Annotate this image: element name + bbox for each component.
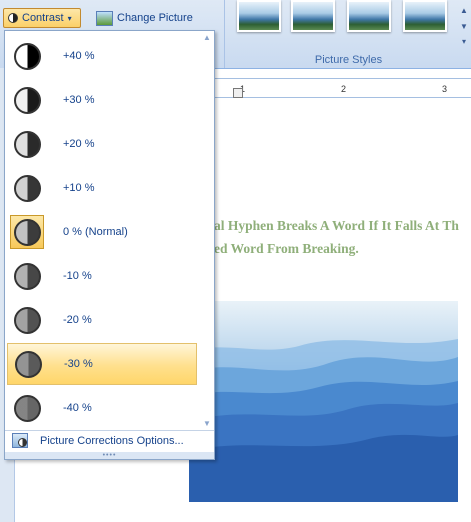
contrast-preview-icon	[10, 215, 44, 249]
resize-grip[interactable]: ••••	[5, 452, 214, 459]
contrast-circle-icon	[13, 394, 41, 422]
contrast-option-label: +20 %	[63, 138, 95, 150]
ruler-tick: 3	[442, 84, 448, 94]
chevron-down-icon: ▾	[67, 13, 72, 23]
contrast-option[interactable]: -30 %	[7, 343, 197, 385]
contrast-circle-icon	[14, 350, 42, 378]
contrast-option[interactable]: -40 %	[7, 387, 197, 429]
contrast-circle-icon	[13, 306, 41, 334]
horizontal-ruler: 1 2 3	[214, 78, 471, 98]
document-text: al Hyphen Breaks A Word If It Falls At T…	[214, 214, 459, 260]
picture-style-thumb-2[interactable]	[291, 0, 335, 32]
contrast-button[interactable]: Contrast ▾	[3, 8, 81, 28]
contrast-circle-icon	[13, 130, 41, 158]
contrast-dropdown: +40 % +30 % +20 % +10 % 0 % (Normal) -10 % -20…	[4, 30, 215, 460]
document-line-1: al Hyphen Breaks A Word If It Falls At T…	[214, 218, 459, 233]
contrast-preview-icon	[11, 347, 45, 381]
contrast-option-label: +30 %	[63, 94, 95, 106]
contrast-option-label: -40 %	[63, 402, 92, 414]
contrast-preview-icon	[10, 391, 44, 425]
change-picture-icon	[96, 10, 113, 26]
change-picture-button[interactable]: Change Picture	[96, 8, 193, 28]
contrast-option-label: +10 %	[63, 182, 95, 194]
contrast-circle-icon	[13, 42, 41, 70]
contrast-preview-icon	[10, 127, 44, 161]
picture-styles-label: Picture Styles	[314, 54, 383, 66]
contrast-option[interactable]: +10 %	[7, 167, 197, 209]
document-line-2: ed Word From Breaking.	[214, 241, 359, 256]
contrast-option[interactable]: +30 %	[7, 79, 197, 121]
contrast-option[interactable]: -10 %	[7, 255, 197, 297]
contrast-option[interactable]: -20 %	[7, 299, 197, 341]
contrast-preview-icon	[10, 83, 44, 117]
mountain-image	[189, 339, 458, 502]
contrast-preview-icon	[10, 171, 44, 205]
styles-gallery-scroll[interactable]: ▲ ▼ ▾	[458, 6, 470, 46]
more-icon[interactable]: ▾	[462, 37, 466, 46]
contrast-circle-icon	[13, 262, 41, 290]
contrast-preview-icon	[10, 303, 44, 337]
contrast-option-label: -20 %	[63, 314, 92, 326]
chevron-up-icon[interactable]: ▲	[460, 6, 468, 15]
contrast-option[interactable]: 0 % (Normal)	[7, 211, 197, 253]
contrast-preview-icon	[10, 259, 44, 293]
contrast-circle-icon	[13, 174, 41, 202]
picture-corrections-icon	[12, 433, 28, 448]
contrast-circle-icon	[13, 218, 41, 246]
picture-style-thumb-3[interactable]	[347, 0, 391, 32]
picture-corrections-options-item[interactable]: Picture Corrections Options...	[5, 431, 214, 450]
contrast-option[interactable]: +40 %	[7, 35, 197, 77]
picture-style-thumb-4[interactable]	[403, 0, 447, 32]
picture-style-thumb-1[interactable]	[237, 0, 281, 32]
contrast-option-label: -30 %	[64, 358, 93, 370]
picture-corrections-label: Picture Corrections Options...	[40, 434, 184, 447]
chevron-up-icon[interactable]: ▲	[202, 33, 212, 43]
menu-scrollbar[interactable]: ▲ ▼	[201, 31, 213, 431]
contrast-preview-icon	[10, 39, 44, 73]
picture-styles-group: ▲ ▼ ▾ Picture Styles	[224, 0, 471, 68]
contrast-button-label: Contrast	[22, 12, 64, 24]
contrast-option[interactable]: +20 %	[7, 123, 197, 165]
document-picture[interactable]	[189, 301, 458, 502]
indent-marker[interactable]	[233, 88, 243, 98]
contrast-circle-icon	[13, 86, 41, 114]
contrast-options-list: +40 % +30 % +20 % +10 % 0 % (Normal) -10 % -20…	[5, 31, 200, 431]
contrast-option-label: -10 %	[63, 270, 92, 282]
chevron-down-icon[interactable]: ▼	[202, 419, 212, 429]
contrast-option-label: 0 % (Normal)	[63, 226, 128, 238]
ruler-tick: 2	[341, 84, 347, 94]
change-picture-label: Change Picture	[117, 12, 193, 24]
contrast-icon	[8, 13, 18, 23]
contrast-option-label: +40 %	[63, 50, 95, 62]
chevron-down-icon[interactable]: ▼	[460, 22, 468, 31]
